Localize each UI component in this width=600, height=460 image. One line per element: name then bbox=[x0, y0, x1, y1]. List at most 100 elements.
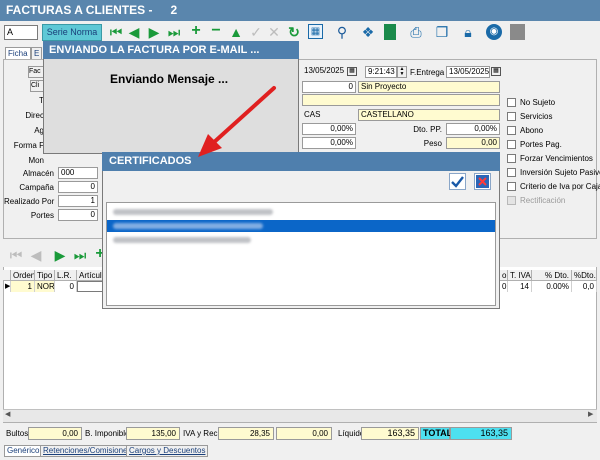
portes-pag-checkbox[interactable] bbox=[507, 140, 516, 149]
certificates-dialog-title: CERTIFICADOS bbox=[102, 152, 500, 171]
time-spinner[interactable]: ▲ ▼ bbox=[397, 66, 407, 78]
horizontal-scrollbar[interactable] bbox=[3, 409, 597, 422]
certificate-item[interactable] bbox=[107, 206, 495, 218]
abono-checkbox[interactable] bbox=[507, 126, 516, 135]
grid-header-dto2[interactable]: %Dto.2 bbox=[572, 270, 597, 281]
grid-header-o[interactable]: o bbox=[500, 270, 508, 281]
window-title-bar: FACTURAS A CLIENTES - 2 bbox=[0, 0, 600, 21]
certificate-item[interactable] bbox=[107, 234, 495, 246]
forma-label: Forma F bbox=[13, 141, 44, 150]
cell-dto[interactable]: 0.00% bbox=[532, 281, 572, 292]
confirm-icon[interactable]: ✓ bbox=[248, 24, 264, 40]
lines-first-icon[interactable]: ⏮ bbox=[8, 247, 24, 263]
code-input[interactable]: A bbox=[4, 25, 38, 40]
next-icon[interactable]: ▶ bbox=[146, 24, 162, 40]
cell-tipo[interactable]: NOR bbox=[35, 281, 55, 292]
exit-icon[interactable] bbox=[510, 24, 525, 40]
cli-button[interactable]: Cli bbox=[30, 80, 44, 92]
help-icon[interactable]: ◉ bbox=[486, 24, 502, 40]
certificate-item-selected[interactable] bbox=[107, 220, 495, 232]
grid-header-tiva[interactable]: T. IVA bbox=[508, 270, 532, 281]
grid-header-tipo[interactable]: Tipo bbox=[35, 270, 55, 281]
date-field[interactable]: 13/05/2025 bbox=[302, 66, 346, 78]
scroll-right-icon[interactable]: ▶ bbox=[588, 410, 593, 418]
row-indicator-icon: ▶ bbox=[5, 281, 11, 292]
realizado-field[interactable]: 1 bbox=[58, 195, 98, 207]
cell-tiva[interactable]: 14 bbox=[508, 281, 532, 292]
copy-icon[interactable]: ❐ bbox=[434, 24, 450, 40]
first-icon[interactable]: ⏮ bbox=[108, 24, 124, 40]
grid-header-lr[interactable]: L.R. bbox=[55, 270, 77, 281]
proyecto-number-field[interactable]: 0 bbox=[302, 81, 356, 93]
time-field[interactable]: 9:21:43 bbox=[365, 66, 397, 78]
t-label: T bbox=[39, 96, 44, 105]
criterio-iva-caja-checkbox[interactable] bbox=[507, 182, 516, 191]
fentrega-label: F.Entrega bbox=[410, 68, 445, 77]
rectificacion-checkbox bbox=[507, 196, 516, 205]
calendar-icon[interactable]: ▦ bbox=[347, 67, 357, 76]
cell-articulo[interactable] bbox=[77, 281, 103, 292]
refresh-icon[interactable]: ↻ bbox=[286, 24, 302, 40]
serie-button[interactable]: Serie Norma bbox=[42, 24, 102, 41]
delete-icon[interactable]: − bbox=[208, 23, 224, 39]
cell-lr[interactable]: 0 bbox=[55, 281, 77, 292]
campana-label: Campaña bbox=[19, 183, 54, 192]
tab-retenciones[interactable]: Retenciones/Comisiones bbox=[40, 445, 135, 457]
bultos-label: Bultos bbox=[6, 429, 29, 438]
email-dialog-title: ENVIANDO LA FACTURA POR E-MAIL ... bbox=[43, 41, 299, 59]
last-icon[interactable]: ⏭ bbox=[166, 24, 182, 40]
servicios-label: Servicios bbox=[520, 112, 553, 121]
lines-last-icon[interactable]: ⏭ bbox=[72, 247, 88, 263]
book-icon[interactable] bbox=[384, 24, 396, 40]
grid-header-orden[interactable]: Orden bbox=[11, 270, 35, 281]
iva-label: IVA y Rec. bbox=[183, 429, 220, 438]
lines-next-icon[interactable]: ▶ bbox=[52, 247, 68, 263]
layers-icon[interactable]: ❖ bbox=[360, 24, 376, 40]
grid-header-dto[interactable]: % Dto. bbox=[532, 270, 572, 281]
total-label: TOTAL bbox=[420, 427, 452, 440]
peso-label: Peso bbox=[423, 139, 442, 148]
print-icon[interactable]: ⎙ bbox=[408, 24, 424, 40]
pct2-field[interactable]: 0,00% bbox=[302, 137, 356, 149]
ag-label: Ag bbox=[34, 126, 44, 135]
portes-field[interactable]: 0 bbox=[58, 209, 98, 221]
scroll-left-icon[interactable]: ◀ bbox=[5, 410, 10, 418]
prev-icon[interactable]: ◀ bbox=[126, 24, 142, 40]
dto-pp-field[interactable]: 0,00% bbox=[446, 123, 500, 135]
idioma-code-field[interactable]: CAS bbox=[302, 110, 356, 122]
tab-generico[interactable]: Genérico bbox=[4, 445, 43, 457]
tab-cargos[interactable]: Cargos y Descuentos bbox=[126, 445, 209, 457]
search-icon[interactable]: ⚲ bbox=[334, 24, 350, 40]
total-field: 163,35 bbox=[450, 427, 512, 440]
base-field: 135,00 bbox=[126, 427, 180, 440]
dto-pp-label: Dto. PP. bbox=[413, 125, 442, 134]
portes-pag-label: Portes Pag. bbox=[520, 140, 562, 149]
servicios-checkbox[interactable] bbox=[507, 112, 516, 121]
inversion-sujeto-pasivo-checkbox[interactable] bbox=[507, 168, 516, 177]
calculator-icon[interactable]: ▦ bbox=[308, 24, 323, 39]
almacen-field[interactable]: 000 bbox=[58, 167, 98, 179]
cell-o[interactable]: 0 bbox=[500, 281, 508, 292]
no-sujeto-checkbox[interactable] bbox=[507, 98, 516, 107]
lines-prev-icon[interactable]: ◀ bbox=[28, 247, 44, 263]
close-button[interactable] bbox=[474, 173, 491, 190]
cell-orden[interactable]: 1 bbox=[11, 281, 35, 292]
lock-icon[interactable]: 🔒︎ bbox=[460, 24, 476, 40]
cancel-icon[interactable]: ✕ bbox=[266, 24, 282, 40]
add-icon[interactable]: + bbox=[188, 23, 204, 39]
idioma-name-field: CASTELLANO bbox=[358, 109, 500, 121]
campana-field[interactable]: 0 bbox=[58, 181, 98, 193]
pct1-field[interactable]: 0,00% bbox=[302, 123, 356, 135]
grid-header-articulo[interactable]: Artículo bbox=[77, 270, 103, 281]
base-label: B. Imponible bbox=[85, 429, 130, 438]
cell-dto2[interactable]: 0,0 bbox=[572, 281, 597, 292]
fentrega-field[interactable]: 13/05/2025 bbox=[446, 66, 490, 78]
calendar-icon[interactable]: ▦ bbox=[491, 67, 501, 76]
fac-button[interactable]: Fac bbox=[28, 66, 44, 78]
direc-label: Direc bbox=[25, 111, 44, 120]
accept-button[interactable] bbox=[449, 173, 466, 190]
proyecto-name-field: Sin Proyecto bbox=[358, 81, 500, 93]
up-icon[interactable]: ▲ bbox=[228, 24, 244, 40]
liquido-field: 163,35 bbox=[361, 427, 419, 440]
forzar-vencimientos-checkbox[interactable] bbox=[507, 154, 516, 163]
